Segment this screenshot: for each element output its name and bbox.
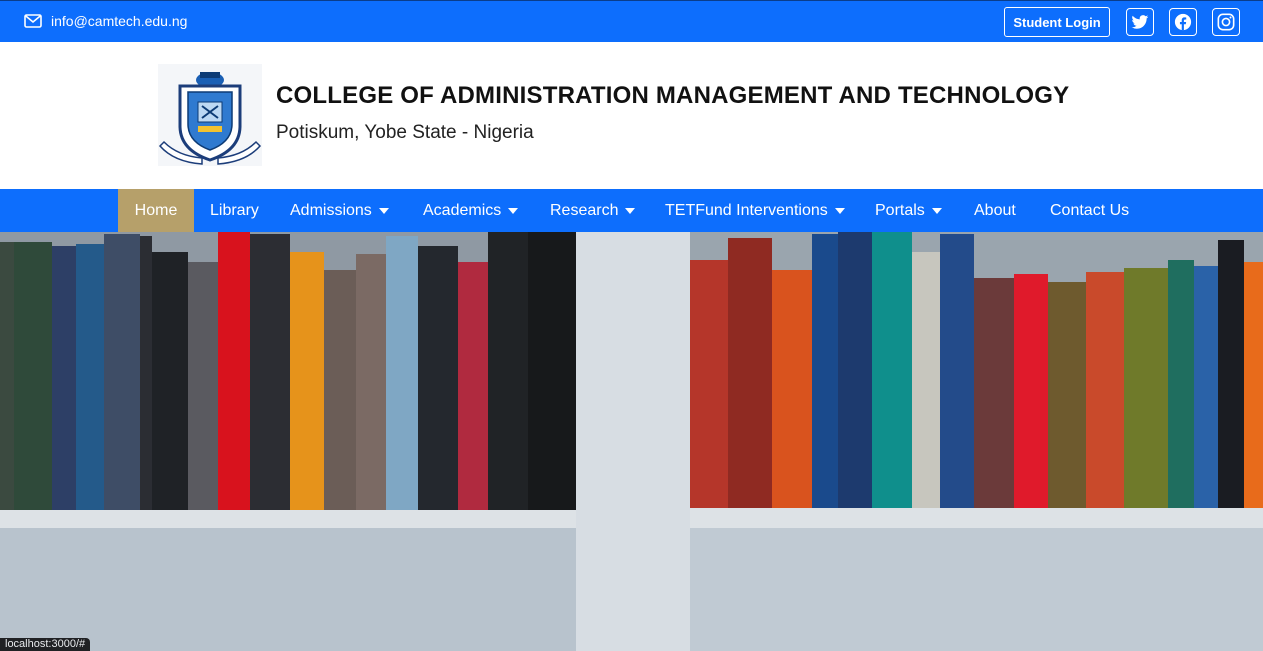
nav-item-library[interactable]: Library — [210, 189, 259, 232]
college-location: Potiskum, Yobe State - Nigeria — [276, 122, 534, 143]
nav-item-label: Academics — [423, 201, 502, 219]
site-header: COLLEGE OF ADMINISTRATION MANAGEMENT AND… — [0, 42, 1263, 189]
hero-image — [0, 232, 1263, 651]
student-login-button[interactable]: Student Login — [1004, 7, 1110, 37]
email-text[interactable]: info@camtech.edu.ng — [51, 13, 187, 29]
envelope-icon — [24, 14, 42, 28]
nav-item-home[interactable]: Home — [118, 189, 194, 232]
nav-item-academics[interactable]: Academics — [423, 189, 519, 232]
nav-item-label: Admissions — [290, 201, 372, 219]
instagram-link[interactable] — [1212, 8, 1240, 36]
nav-item-contact-us[interactable]: Contact Us — [1050, 189, 1129, 232]
chevron-down-icon — [931, 207, 942, 214]
email-contact[interactable]: info@camtech.edu.ng — [24, 13, 187, 29]
college-logo[interactable] — [158, 64, 262, 166]
chevron-down-icon — [625, 207, 636, 214]
nav-item-label: Contact Us — [1050, 201, 1130, 219]
nav-item-label: TETFund Interventions — [665, 201, 828, 219]
hero-carousel — [0, 232, 1263, 651]
main-navigation: Home Library Admissions Academics Resear… — [0, 189, 1263, 232]
nav-item-admissions[interactable]: Admissions — [290, 189, 389, 232]
nav-item-label: Portals — [875, 201, 925, 219]
twitter-link[interactable] — [1126, 8, 1154, 36]
twitter-icon — [1131, 14, 1149, 29]
nav-item-label: Library — [210, 201, 259, 219]
chevron-down-icon — [834, 207, 845, 214]
chevron-down-icon — [508, 207, 519, 214]
nav-item-tetfund-interventions[interactable]: TETFund Interventions — [665, 189, 845, 232]
nav-item-label: About — [974, 201, 1016, 219]
facebook-link[interactable] — [1169, 8, 1197, 36]
chevron-down-icon — [378, 207, 389, 214]
nav-item-label: Research — [550, 201, 619, 219]
college-name: COLLEGE OF ADMINISTRATION MANAGEMENT AND… — [276, 82, 1070, 109]
nav-item-portals[interactable]: Portals — [875, 189, 942, 232]
nav-item-about[interactable]: About — [974, 189, 1016, 232]
browser-status-url: localhost:3000/# — [0, 638, 91, 651]
nav-item-research[interactable]: Research — [550, 189, 636, 232]
facebook-icon — [1174, 13, 1192, 31]
nav-item-label: Home — [134, 201, 178, 219]
top-bar: info@camtech.edu.ng Student Login — [0, 0, 1263, 42]
instagram-icon — [1217, 13, 1235, 31]
